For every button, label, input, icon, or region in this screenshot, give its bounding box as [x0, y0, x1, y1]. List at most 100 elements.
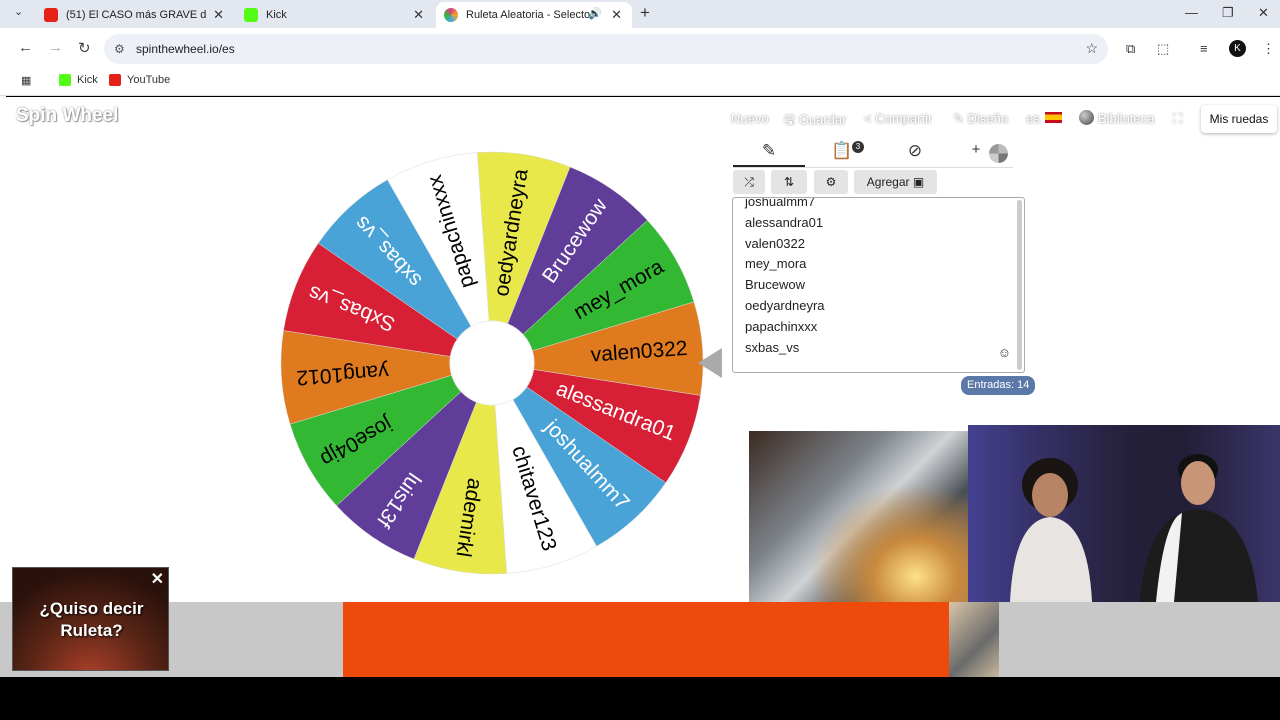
tab-label: (51) El CASO más GRAVE del ST: [66, 9, 206, 21]
tab-label: Kick: [266, 9, 287, 21]
sort-icon: ⇅: [783, 175, 795, 189]
browser-toolbar: ← → ↻ ⚙ spinthewheel.io/es ☆ ⧉ ⬚ ≡ K ⋮: [0, 28, 1280, 70]
shuffle-icon: ⤮: [744, 175, 754, 189]
pencil-icon: ✎: [953, 111, 968, 126]
spin-wheel[interactable]: valen0322alessandra01joshualmm7chitaver1…: [276, 147, 716, 587]
tab-ruleta[interactable]: Ruleta Aleatoria - Selector P 🔊 ✕: [436, 2, 632, 28]
close-icon[interactable]: ✕: [151, 569, 164, 589]
kick-icon: [59, 74, 71, 86]
tab-kick[interactable]: Kick ✕: [236, 2, 434, 28]
entry-line[interactable]: mey_mora: [745, 254, 825, 275]
eye-off-icon: ⊘: [907, 141, 923, 160]
settings-button[interactable]: ⚙: [814, 170, 848, 194]
roulette-popup[interactable]: ✕ ¿Quiso decir Ruleta?: [12, 567, 169, 671]
bookmark-youtube[interactable]: YouTube: [109, 74, 170, 86]
audio-icon[interactable]: 🔊: [588, 7, 602, 20]
close-tab-icon[interactable]: ✕: [213, 7, 224, 23]
gear-icon: ⚙: [825, 175, 837, 189]
guardar-button[interactable]: 🖫 Guardar: [784, 111, 846, 133]
mis-ruedas-button[interactable]: Mis ruedas: [1201, 105, 1277, 133]
popup-line-1: ¿Quiso decir: [39, 599, 144, 618]
shuffle-button[interactable]: ⤮: [733, 170, 765, 194]
wheel-center[interactable]: [449, 320, 535, 406]
pencil-icon: ✎: [761, 141, 777, 160]
forward-icon[interactable]: →: [48, 39, 63, 56]
webcam-overlay: [968, 425, 1280, 602]
entry-line[interactable]: Brucewow: [745, 275, 825, 296]
menu-icon[interactable]: ⋮: [1262, 41, 1275, 57]
plus-icon: +: [971, 141, 981, 158]
entry-line[interactable]: oedyardneyra: [745, 296, 825, 317]
spinwheel-icon: [444, 8, 458, 22]
webcam-people: [968, 425, 1280, 602]
guardar-label: Guardar: [798, 112, 847, 127]
close-tab-icon[interactable]: ✕: [611, 7, 622, 23]
save-icon: 🖫: [784, 112, 799, 127]
kick-icon: [244, 8, 258, 22]
tab-edit-entries[interactable]: ✎: [749, 141, 789, 161]
close-window-icon[interactable]: ✕: [1258, 5, 1269, 21]
spain-flag-icon: [1045, 112, 1062, 123]
back-icon[interactable]: ←: [18, 39, 33, 56]
tab-youtube[interactable]: (51) El CASO más GRAVE del ST ✕: [36, 2, 234, 28]
library-icon: [1079, 110, 1094, 125]
diseno-button[interactable]: ✎ Diseño: [953, 111, 1008, 127]
bookmark-star-icon[interactable]: ☆: [1085, 40, 1098, 57]
agregar-label: Agregar: [866, 175, 910, 189]
language-selector[interactable]: es: [1026, 111, 1040, 126]
diseno-label: Diseño: [967, 111, 1008, 126]
wheel-pointer-icon: [698, 348, 722, 378]
reload-icon[interactable]: ↻: [78, 39, 91, 57]
banner-art: [949, 602, 999, 677]
agregar-image-button[interactable]: Agregar ▣: [854, 170, 937, 194]
bottom-strip: [0, 677, 1280, 720]
emoji-icon[interactable]: ☺: [998, 345, 1011, 360]
tab-hidden[interactable]: ⊘: [895, 141, 935, 161]
popup-text: ¿Quiso decir Ruleta?: [13, 598, 168, 642]
tab-label: Ruleta Aleatoria - Selector P: [466, 9, 594, 21]
bookmark-kick[interactable]: Kick: [59, 74, 98, 86]
translate-icon[interactable]: ⧉: [1126, 41, 1135, 57]
fullscreen-icon[interactable]: ⛶: [1173, 111, 1182, 127]
entry-line[interactable]: joshualmm7: [745, 198, 825, 213]
nuevo-button[interactable]: Nuevo: [731, 111, 769, 126]
close-tab-icon[interactable]: ✕: [413, 7, 424, 23]
entry-line[interactable]: valen0322: [745, 234, 825, 255]
compartir-label: Compartir: [875, 111, 933, 126]
entry-line[interactable]: sxbas_vs: [745, 338, 825, 359]
bookmarks-bar: ▦ Kick YouTube: [0, 70, 1280, 96]
image-icon: ▣: [912, 175, 925, 189]
youtube-icon: [44, 8, 58, 22]
apps-icon[interactable]: ▦: [21, 74, 31, 87]
site-logo[interactable]: Spin Wheel: [16, 105, 118, 127]
entries-count-badge: Entradas: 14: [961, 376, 1036, 395]
biblioteca-button[interactable]: Biblioteca: [1098, 111, 1154, 126]
entry-line[interactable]: alessandra01: [745, 213, 825, 234]
game-art-overlay: [749, 431, 971, 602]
clipboard-icon: 📋: [831, 141, 853, 160]
wheel-thumbnail-icon[interactable]: [989, 144, 1008, 163]
media-control-icon[interactable]: ≡: [1200, 41, 1208, 56]
extensions-icon[interactable]: ⬚: [1157, 41, 1169, 57]
url-text: spinthewheel.io/es: [136, 42, 235, 56]
browser-tab-bar: ⌄ (51) El CASO más GRAVE del ST ✕ Kick ✕…: [0, 0, 1280, 28]
tab-divider: [733, 167, 1013, 168]
new-tab-icon[interactable]: +: [640, 3, 650, 23]
orange-banner: [343, 602, 949, 677]
profile-avatar[interactable]: K: [1229, 40, 1246, 57]
address-bar[interactable]: ⚙ spinthewheel.io/es ☆: [104, 34, 1108, 64]
share-icon: <: [864, 111, 876, 126]
entries-scrollbar[interactable]: [1017, 200, 1022, 370]
compartir-button[interactable]: < Compartir: [864, 111, 932, 126]
site-info-icon[interactable]: ⚙: [114, 42, 125, 56]
minimize-icon[interactable]: —: [1185, 5, 1198, 20]
maximize-icon[interactable]: ❐: [1222, 5, 1234, 21]
entry-line[interactable]: papachinxxx: [745, 317, 825, 338]
entries-list: joshualmm7 alessandra01 valen0322 mey_mo…: [745, 198, 825, 359]
popup-line-2: Ruleta?: [60, 621, 123, 640]
sort-button[interactable]: ⇅: [771, 170, 807, 194]
bookmark-label: Kick: [77, 74, 98, 86]
tab-search-icon[interactable]: ⌄: [14, 5, 23, 18]
entries-textarea[interactable]: joshualmm7 alessandra01 valen0322 mey_mo…: [732, 197, 1025, 373]
results-count-badge: 3: [852, 141, 864, 153]
